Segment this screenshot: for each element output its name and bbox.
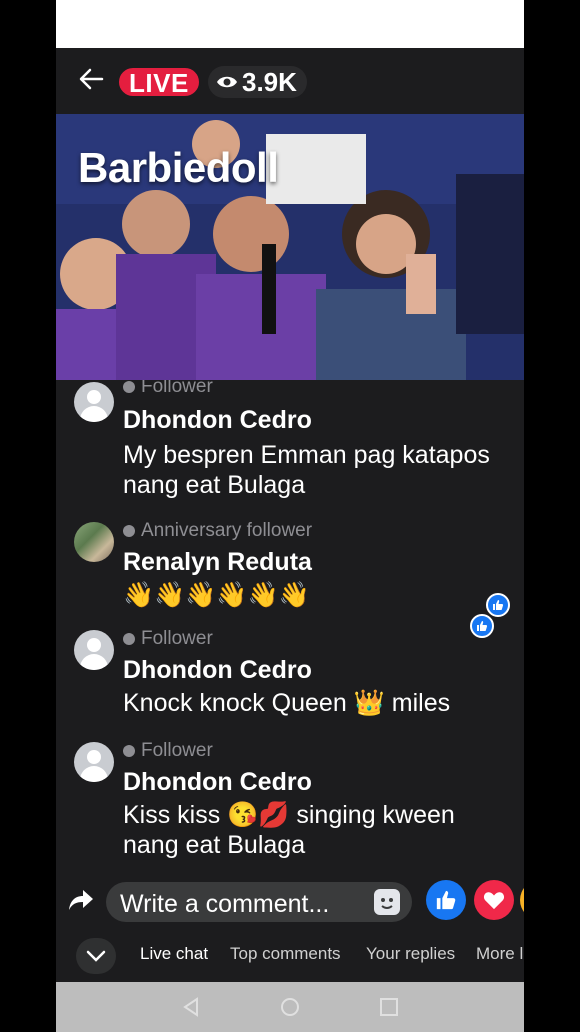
stream-title: Barbiedoll [78, 144, 279, 191]
avatar[interactable] [74, 742, 114, 782]
floating-like-icon [486, 593, 510, 617]
floating-like-icon [470, 614, 494, 638]
eye-icon [217, 76, 237, 88]
home-nav-icon[interactable] [279, 996, 301, 1018]
avatar[interactable] [74, 522, 114, 562]
avatar[interactable] [74, 382, 114, 422]
live-chat-list[interactable]: Follower Dhondon Cedro My bespren Emman … [56, 380, 524, 880]
follower-badge-icon [123, 745, 135, 757]
chat-tabs: Live chat Top comments Your replies More… [56, 930, 524, 980]
follower-badge: Follower [123, 380, 213, 398]
comment-input[interactable]: Write a comment... [106, 882, 412, 922]
phone-screen: LIVE 3.9K Barbiedoll Follower Dhondon Ce… [56, 0, 524, 1032]
system-navigation-bar [56, 982, 524, 1032]
follower-badge: Anniversary follower [123, 520, 312, 542]
comment-text: Knock knock Queen 👑 miles [123, 689, 451, 717]
sticker-icon[interactable] [374, 889, 400, 915]
haha-reaction-button[interactable] [520, 880, 524, 920]
commenter-name[interactable]: Renalyn Reduta [123, 548, 312, 577]
tab-your-replies[interactable]: Your replies [366, 944, 455, 964]
live-header: LIVE 3.9K [56, 48, 524, 114]
tab-top-comments[interactable]: Top comments [230, 944, 341, 964]
comment-item: Follower Dhondon Cedro Knock knock Queen… [74, 628, 514, 718]
comment-text: 👋👋👋👋👋👋 [123, 581, 310, 609]
commenter-name[interactable]: Dhondon Cedro [123, 656, 312, 685]
live-badge: LIVE [117, 66, 201, 98]
commenter-name[interactable]: Dhondon Cedro [123, 768, 312, 797]
collapse-button[interactable] [76, 938, 116, 974]
viewer-count: 3.9K [208, 66, 307, 98]
comment-item: Follower Dhondon Cedro My bespren Emman … [74, 380, 514, 500]
share-icon[interactable] [68, 888, 94, 912]
follower-badge-icon [123, 381, 135, 393]
comment-item: Anniversary follower Renalyn Reduta 👋👋👋👋… [74, 520, 514, 610]
follower-badge: Follower [123, 628, 213, 650]
follower-badge-icon [123, 525, 135, 537]
like-reaction-button[interactable] [426, 880, 466, 920]
comment-item: Follower Dhondon Cedro Kiss kiss 😘💋 sing… [74, 740, 514, 870]
live-video[interactable]: Barbiedoll [56, 114, 524, 380]
back-arrow-icon[interactable] [76, 64, 106, 94]
viewer-count-value: 3.9K [242, 66, 297, 97]
follower-badge-icon [123, 633, 135, 645]
love-reaction-button[interactable] [474, 880, 514, 920]
comment-composer: Write a comment... [56, 880, 524, 922]
follower-badge: Follower [123, 740, 213, 762]
tab-more[interactable]: More l [476, 944, 523, 964]
comment-input-placeholder: Write a comment... [120, 890, 330, 918]
commenter-name[interactable]: Dhondon Cedro [123, 406, 312, 435]
recents-nav-icon[interactable] [378, 996, 400, 1018]
tab-live-chat[interactable]: Live chat [140, 944, 208, 964]
chevron-down-icon [86, 950, 106, 962]
back-nav-icon[interactable] [180, 996, 202, 1018]
status-bar-area [56, 0, 524, 48]
avatar[interactable] [74, 630, 114, 670]
comment-text: Kiss kiss 😘💋 singing kween nang eat Bula… [123, 801, 455, 859]
comment-text: My bespren Emman pag katapos nang eat Bu… [123, 441, 490, 499]
